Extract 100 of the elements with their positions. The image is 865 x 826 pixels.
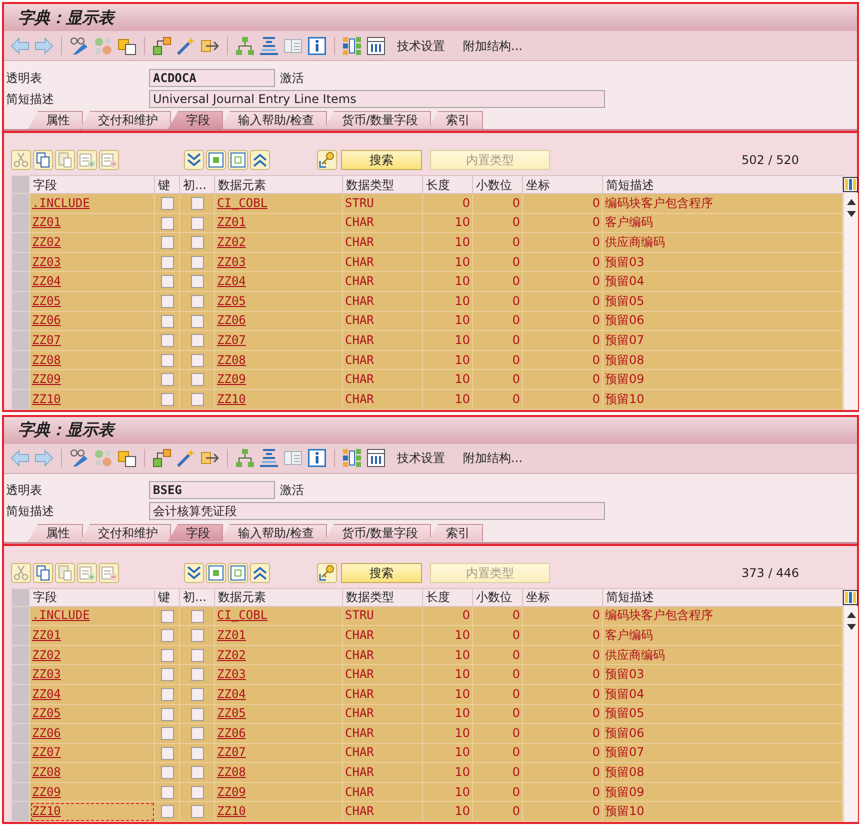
insert-row-icon[interactable] [77,150,97,170]
data-element-link[interactable]: ZZ09 [217,784,246,799]
initial-checkbox[interactable] [190,314,204,328]
column-header[interactable]: 小数位 [472,176,522,194]
wand-icon[interactable] [177,449,195,468]
data-element-link[interactable]: ZZ03 [217,667,246,682]
tab[interactable]: 字段 [168,524,223,542]
insert-row-icon[interactable] [77,562,97,583]
linked-squares-icon[interactable] [153,36,171,54]
field-link[interactable]: ZZ09 [32,784,61,799]
column-layout-icon[interactable] [843,175,858,193]
row-selector[interactable] [12,194,30,214]
initial-checkbox[interactable] [190,727,204,740]
key-checkbox[interactable] [160,197,174,210]
data-element-link[interactable]: ZZ01 [217,628,246,642]
tab[interactable]: 货币/数量字段 [324,111,432,129]
row-selector[interactable] [12,350,30,370]
table-name-field[interactable]: ACDOCA [149,68,275,86]
initial-checkbox[interactable] [190,648,204,662]
tab[interactable]: 交付和维护 [80,524,171,542]
field-link[interactable]: ZZ03 [32,667,61,682]
initial-checkbox[interactable] [190,786,204,799]
tab[interactable]: 索引 [428,111,484,129]
data-element-link[interactable]: ZZ05 [217,706,246,720]
copy-pages-icon[interactable] [33,562,53,583]
scroll-down-icon[interactable] [846,211,856,217]
search-button[interactable]: 搜索 [341,150,422,170]
key-checkbox[interactable] [160,256,174,269]
field-link[interactable]: ZZ08 [32,352,61,367]
key-checkbox[interactable] [160,275,174,288]
row-selector[interactable] [12,291,30,312]
tab[interactable]: 输入帮助/检查 [220,524,328,542]
key-icon[interactable] [317,150,337,170]
column-header[interactable]: 数据类型 [342,176,422,194]
data-element-link[interactable]: ZZ06 [217,313,246,328]
column-header[interactable]: 小数位 [472,588,522,606]
select-all-button[interactable] [12,588,30,606]
initial-checkbox[interactable] [190,766,204,780]
initial-checkbox[interactable] [190,668,204,682]
scrollbar[interactable] [843,193,858,410]
key-checkbox[interactable] [160,216,174,230]
row-selector[interactable] [12,684,30,704]
row-selector[interactable] [12,606,30,626]
circles-icon[interactable] [94,449,112,468]
data-element-link[interactable]: ZZ03 [217,254,246,269]
initial-checkbox[interactable] [190,629,204,642]
tab[interactable]: 属性 [28,111,83,129]
key-checkbox[interactable] [160,373,174,386]
field-link[interactable]: ZZ06 [32,313,61,328]
tab[interactable]: 输入帮助/检查 [220,111,328,129]
row-selector[interactable] [12,782,30,802]
linked-squares-icon[interactable] [153,449,171,468]
key-checkbox[interactable] [160,648,174,662]
search-button[interactable]: 搜索 [341,562,422,583]
toolbar-button[interactable]: 技术设置 [391,449,445,468]
columns-icon[interactable] [367,36,385,54]
column-header[interactable]: 长度 [422,176,472,194]
initial-checkbox[interactable] [190,197,204,210]
field-link[interactable]: ZZ01 [32,215,61,230]
info-icon[interactable] [308,36,326,54]
initial-checkbox[interactable] [190,275,204,288]
row-selector[interactable] [12,213,30,233]
toolbar-button[interactable]: 附加结构... [457,36,522,54]
column-header[interactable]: 数据类型 [342,588,422,606]
column-header[interactable]: 坐标 [522,588,602,606]
hierarchy-icon[interactable] [236,449,254,468]
field-link[interactable]: ZZ05 [32,706,61,720]
color-grid-icon[interactable] [343,36,361,54]
column-header[interactable]: 简短描述 [602,176,842,194]
circles-icon[interactable] [94,36,112,54]
color-grid-icon[interactable] [343,449,361,468]
column-header[interactable]: 初... [180,588,214,606]
key-checkbox[interactable] [160,766,174,780]
column-header[interactable]: 初... [180,176,214,194]
field-link[interactable]: ZZ03 [32,254,61,269]
column-header[interactable]: 长度 [422,588,472,606]
initial-checkbox[interactable] [190,392,204,406]
delete-row-icon[interactable] [99,562,119,583]
key-checkbox[interactable] [160,610,174,623]
description-field[interactable]: Universal Journal Entry Line Items [149,90,605,108]
initial-checkbox[interactable] [190,216,204,230]
row-selector[interactable] [12,724,30,744]
data-element-link[interactable]: ZZ05 [217,294,246,308]
key-checkbox[interactable] [160,354,174,367]
column-header[interactable]: 键 [154,176,180,194]
column-header[interactable]: 数据元素 [214,588,342,606]
row-selector[interactable] [12,272,30,292]
initial-checkbox[interactable] [190,805,204,818]
forward-arrow-icon[interactable] [35,36,53,54]
select-block-icon[interactable] [206,150,226,170]
key-checkbox[interactable] [160,708,174,721]
scroll-down-icon[interactable] [846,624,856,630]
panel-icon[interactable] [284,449,302,468]
glasses-pencil-icon[interactable] [70,36,88,54]
field-link[interactable]: ZZ04 [32,686,61,701]
toolbar-button[interactable]: 附加结构... [457,449,522,468]
data-element-link[interactable]: ZZ04 [217,686,246,701]
column-header[interactable]: 字段 [30,588,154,606]
row-selector[interactable] [12,232,30,252]
stacked-squares-icon[interactable] [118,449,136,468]
